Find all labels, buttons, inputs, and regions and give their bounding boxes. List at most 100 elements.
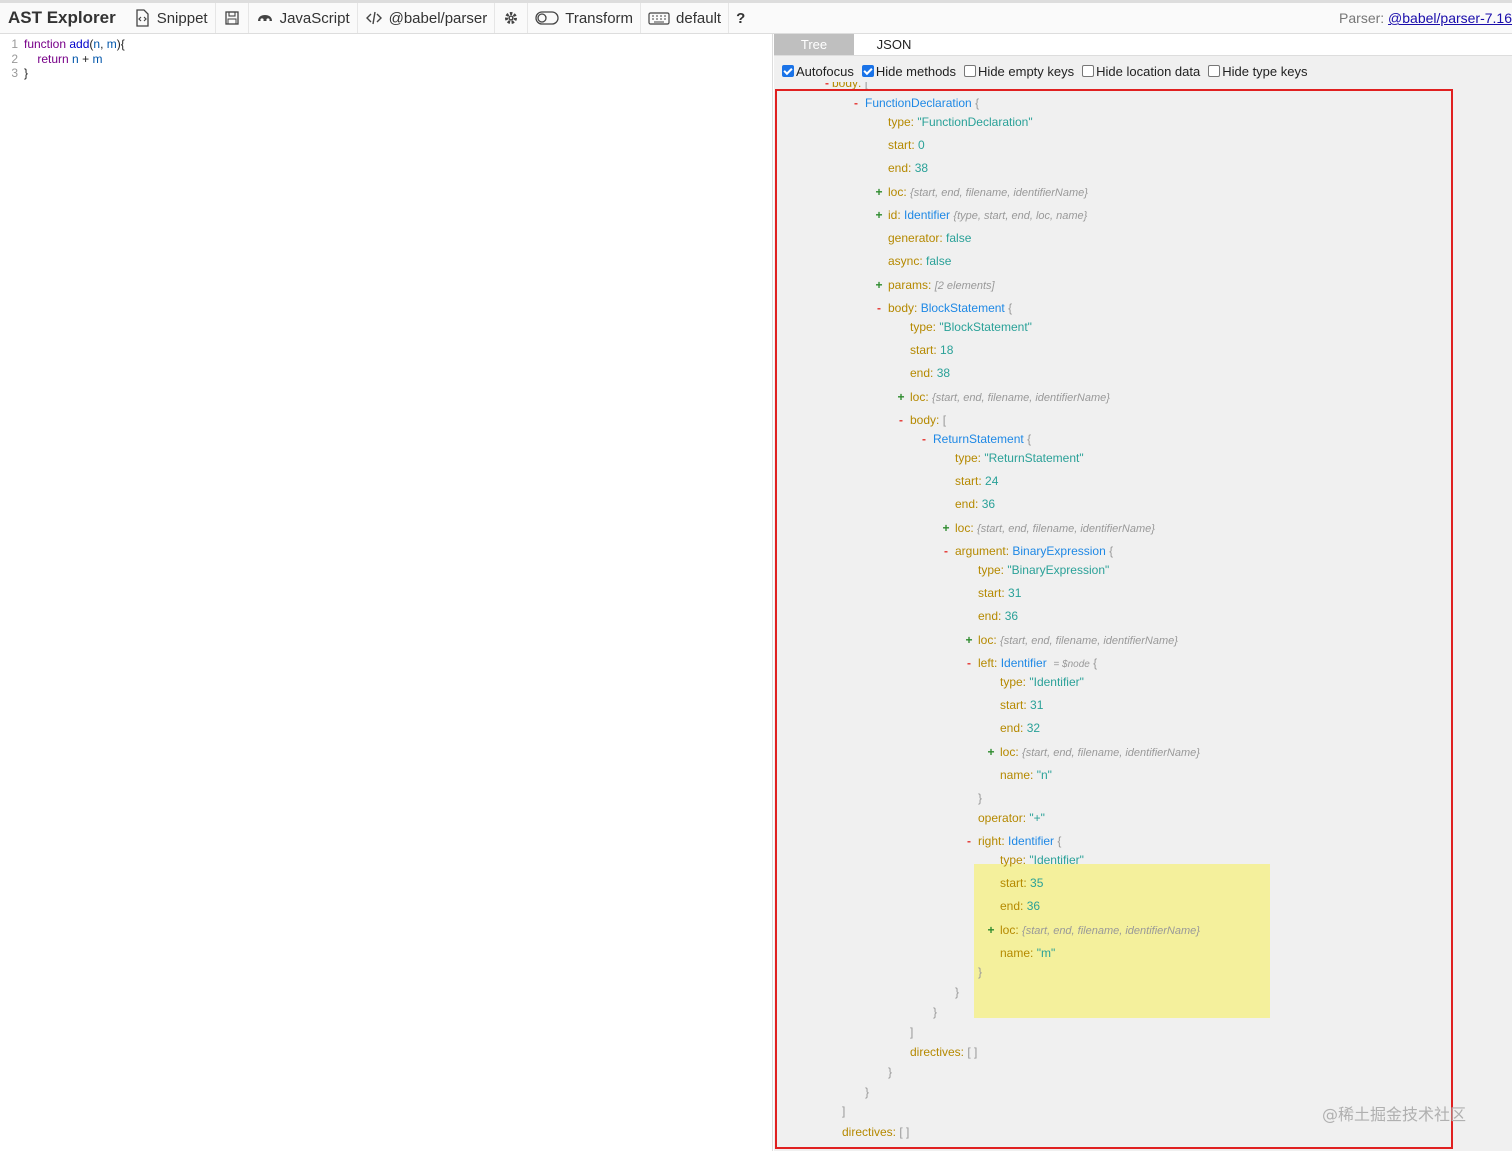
closing-bracket: ] bbox=[842, 1104, 846, 1118]
collapse-toggle[interactable]: - bbox=[896, 412, 906, 428]
option-autofocus[interactable]: Autofocus bbox=[782, 64, 854, 79]
code-text: function add(n, m){ bbox=[24, 37, 125, 51]
tree-prop-loc[interactable]: + loc: {start, end, filename, identifierN… bbox=[942, 520, 1154, 536]
tab-tree[interactable]: Tree bbox=[774, 34, 854, 55]
tree-prop-loc[interactable]: + loc: {start, end, filename, identifierN… bbox=[897, 389, 1109, 405]
tree-prop-body[interactable]: - body: [ bbox=[899, 412, 946, 428]
tree-prop-loc[interactable]: + loc: {start, end, filename, identifierN… bbox=[875, 184, 1087, 200]
collapse-toggle[interactable]: - bbox=[874, 300, 884, 316]
expand-toggle[interactable]: + bbox=[941, 520, 951, 536]
option-hide-location-data[interactable]: Hide location data bbox=[1082, 64, 1200, 79]
output-tabs: Tree JSON bbox=[774, 34, 1512, 56]
tree-prop: type: "FunctionDeclaration" bbox=[888, 115, 1033, 129]
tree-prop: end: 32 bbox=[1000, 721, 1041, 735]
tree-prop: type: "BinaryExpression" bbox=[978, 563, 1110, 577]
checkbox[interactable] bbox=[1082, 65, 1095, 77]
option-label: Hide empty keys bbox=[978, 63, 1075, 79]
collapse-toggle[interactable]: - bbox=[822, 82, 832, 91]
option-label: Hide type keys bbox=[1222, 63, 1308, 79]
help-button[interactable]: ? bbox=[728, 3, 752, 33]
tree-prop: start: 0 bbox=[888, 138, 925, 152]
tree-prop-right[interactable]: - right: Identifier { bbox=[967, 833, 1061, 849]
expand-toggle[interactable]: + bbox=[964, 632, 974, 648]
code-editor[interactable]: 1 function add(n, m){ 2 return n + m 3 } bbox=[0, 34, 773, 1151]
checkbox[interactable] bbox=[964, 65, 977, 77]
tree-prop: start: 18 bbox=[910, 343, 954, 357]
tree-prop-loc[interactable]: + loc: {start, end, filename, identifierN… bbox=[965, 632, 1177, 648]
collapse-toggle[interactable]: - bbox=[919, 431, 929, 447]
tree-prop-body[interactable]: - body: BlockStatement { bbox=[877, 300, 1012, 316]
tree-prop: start: 31 bbox=[978, 586, 1022, 600]
tree-prop: start: 35 bbox=[1000, 876, 1044, 890]
parser-settings-button[interactable] bbox=[494, 3, 527, 33]
option-label: Autofocus bbox=[796, 63, 854, 79]
option-hide-methods[interactable]: Hide methods bbox=[861, 64, 956, 79]
option-hide-empty-keys[interactable]: Hide empty keys bbox=[964, 64, 1074, 79]
tree-prop: end: 38 bbox=[910, 366, 951, 380]
tree-options: Autofocus Hide methods Hide empty keys H… bbox=[782, 61, 1307, 81]
ast-output-pane: Tree JSON Autofocus Hide methods Hide em… bbox=[774, 34, 1512, 1151]
closing-brace: } bbox=[888, 1065, 893, 1079]
watermark: @稀土掘金技术社区 bbox=[1322, 1105, 1467, 1124]
collapse-toggle[interactable]: - bbox=[964, 655, 974, 671]
transform-toggle[interactable]: Transform bbox=[527, 3, 640, 33]
code-text: } bbox=[24, 66, 29, 80]
closing-brace: } bbox=[955, 985, 960, 999]
expand-toggle[interactable]: + bbox=[874, 277, 884, 293]
keymap-selector[interactable]: default bbox=[640, 3, 728, 33]
tree-prop-loc[interactable]: + loc: {start, end, filename, identifierN… bbox=[987, 744, 1199, 760]
checkbox[interactable] bbox=[861, 65, 874, 77]
keymap-label: default bbox=[676, 9, 722, 27]
language-label: JavaScript bbox=[279, 9, 350, 27]
save-button[interactable] bbox=[214, 3, 248, 33]
ast-tree: - body: [ - FunctionDeclaration { type: "F… bbox=[774, 82, 1512, 1151]
tree-prop: name: "n" bbox=[1000, 768, 1052, 782]
closing-brace: } bbox=[978, 965, 983, 979]
tree-prop-loc[interactable]: + loc: {start, end, filename, identifierN… bbox=[987, 922, 1199, 938]
expand-toggle[interactable]: + bbox=[986, 922, 996, 938]
tree-prop: end: 38 bbox=[888, 161, 929, 175]
closing-bracket: ] bbox=[910, 1025, 914, 1039]
tree-prop: end: 36 bbox=[1000, 899, 1041, 913]
tree-node-return-statement[interactable]: - ReturnStatement { bbox=[922, 431, 1031, 447]
code-icon bbox=[365, 9, 383, 27]
tree-node-body[interactable]: - body: [ bbox=[825, 82, 868, 91]
option-label: Hide location data bbox=[1096, 63, 1201, 79]
expand-toggle[interactable]: + bbox=[986, 744, 996, 760]
closing-brace: } bbox=[933, 1005, 938, 1019]
tree-prop: async: false bbox=[888, 254, 952, 268]
parser-version-link[interactable]: @babel/parser-7.16 bbox=[1388, 10, 1512, 26]
parser-selector[interactable]: @babel/parser bbox=[356, 3, 495, 33]
language-icon bbox=[256, 9, 274, 27]
code-line: 3 } bbox=[0, 66, 772, 81]
collapse-toggle[interactable]: - bbox=[964, 833, 974, 849]
parser-info: Parser: @babel/parser-7.16 bbox=[1339, 10, 1512, 26]
expand-toggle[interactable]: + bbox=[874, 184, 884, 200]
option-hide-type-keys[interactable]: Hide type keys bbox=[1208, 64, 1307, 79]
tree-prop-params[interactable]: + params: [2 elements] bbox=[875, 277, 994, 293]
parser-info-label: Parser: bbox=[1339, 10, 1385, 26]
tab-json[interactable]: JSON bbox=[854, 34, 934, 55]
collapse-toggle[interactable]: - bbox=[851, 95, 861, 111]
expand-toggle[interactable]: + bbox=[874, 207, 884, 223]
tree-prop-argument[interactable]: - argument: BinaryExpression { bbox=[944, 543, 1113, 559]
tree-prop-id[interactable]: + id: Identifier {type, start, end, loc, … bbox=[875, 207, 1087, 223]
tree-prop-left[interactable]: - left: Identifier = $node { bbox=[967, 655, 1097, 671]
tree-prop: generator: false bbox=[888, 231, 972, 245]
expand-toggle[interactable]: + bbox=[896, 389, 906, 405]
gear-icon bbox=[502, 9, 520, 27]
tree-prop: type: "Identifier" bbox=[1000, 853, 1084, 867]
tree-prop: end: 36 bbox=[955, 497, 996, 511]
code-line: 1 function add(n, m){ bbox=[0, 37, 772, 52]
language-selector[interactable]: JavaScript bbox=[247, 3, 357, 33]
tree-prop: end: 36 bbox=[978, 609, 1019, 623]
tree-prop: directives: [ ] bbox=[842, 1125, 910, 1139]
collapse-toggle[interactable]: - bbox=[941, 543, 951, 559]
snippet-menu[interactable]: Snippet bbox=[126, 3, 215, 33]
line-number: 2 bbox=[11, 51, 18, 66]
tree-prop: directives: [ ] bbox=[910, 1045, 978, 1059]
closing-brace: } bbox=[978, 791, 983, 805]
checkbox[interactable] bbox=[782, 65, 794, 77]
checkbox[interactable] bbox=[1208, 65, 1221, 77]
tree-node-function-declaration[interactable]: - FunctionDeclaration { bbox=[854, 95, 979, 111]
